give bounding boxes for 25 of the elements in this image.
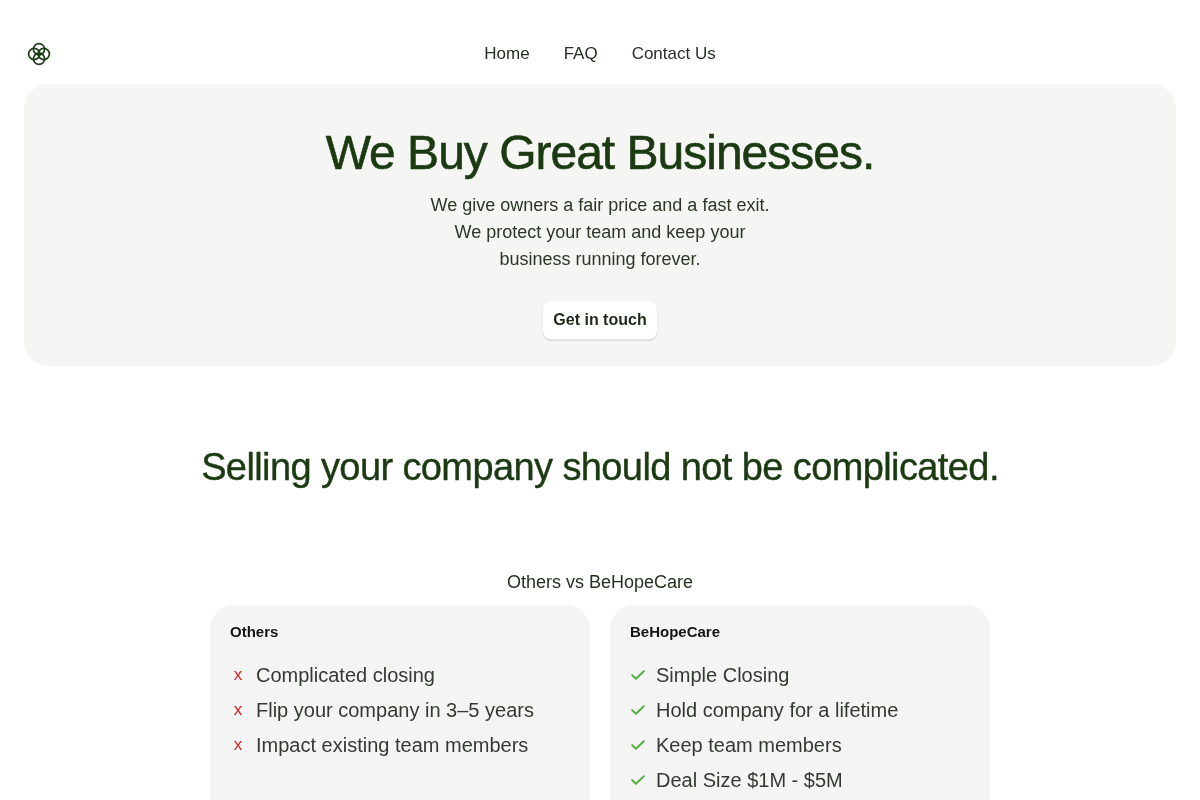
nav-link[interactable]: Home (484, 43, 530, 65)
comparison-subtitle: Others vs BeHopeCare (506, 571, 694, 594)
x-mark: x (233, 664, 243, 685)
nav-link[interactable]: Contact Us (631, 43, 716, 65)
check-icon (631, 739, 645, 750)
feature-text: Hold company for a lifetime (656, 697, 899, 722)
card-title: Others (230, 622, 280, 642)
check-icon (631, 774, 645, 785)
logo-icon[interactable] (27, 42, 51, 66)
hero-title: We Buy Great Businesses. (324, 125, 876, 181)
check-icon (631, 669, 645, 680)
check-icon (631, 704, 645, 715)
feature-text: Impact existing team members (256, 732, 529, 757)
feature-text: Flip your company in 3–5 years (256, 697, 534, 722)
feature-text: Simple Closing (656, 662, 790, 687)
card-title: BeHopeCare (630, 622, 722, 642)
nav-link[interactable]: FAQ (563, 43, 598, 65)
feature-text: Complicated closing (256, 662, 435, 687)
x-mark: x (233, 699, 243, 720)
cta-button[interactable]: Get in touch (543, 301, 657, 339)
x-mark: x (233, 734, 243, 755)
feature-text: Keep team members (656, 732, 842, 757)
section-heading: Selling your company should not be complicated. (201, 445, 999, 490)
feature-text: Deal Size $1M - $5M (656, 767, 843, 792)
hero-text: We give owners a fair price and a fast exit. We protect your team and keep your business running forever. (429, 194, 771, 271)
